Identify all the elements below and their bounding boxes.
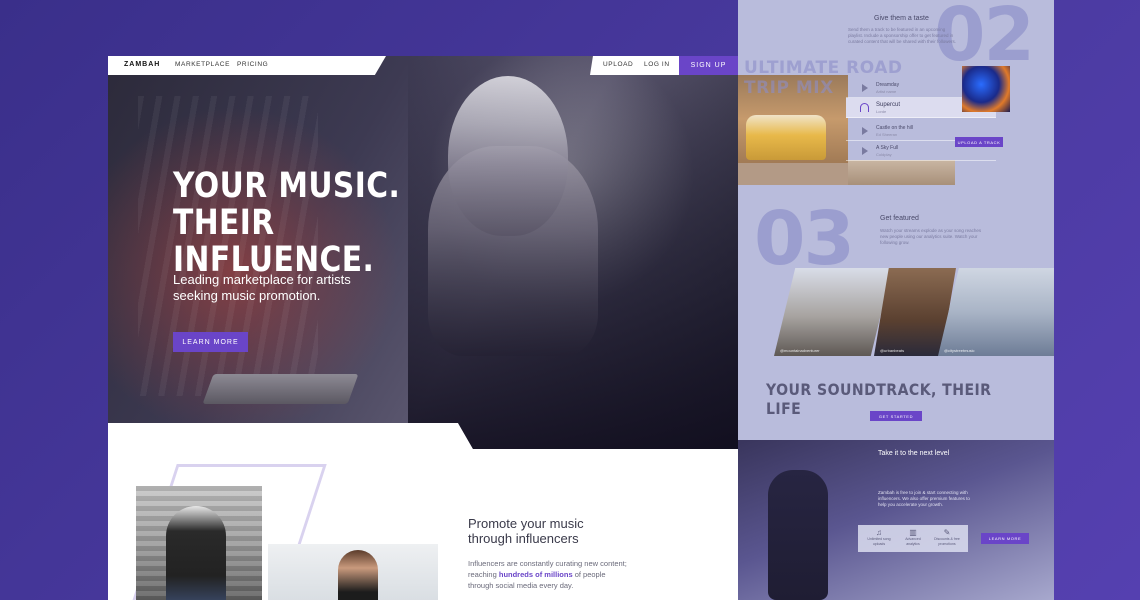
feature-item: ♫ Unlimited song uploads bbox=[864, 528, 894, 546]
track-artist: Artist name bbox=[876, 89, 897, 94]
featured-photo-mountain: @mountainadventurer bbox=[774, 268, 892, 356]
premium-features-card: ♫ Unlimited song uploads ▥ Advanced anal… bbox=[858, 525, 968, 552]
nav-link-marketplace[interactable]: MARKETPLACE bbox=[175, 61, 230, 68]
nav-link-pricing[interactable]: PRICING bbox=[237, 61, 268, 68]
photo-caption: @urbanbeats bbox=[880, 348, 905, 353]
top-navigation: ZAMBAH MARKETPLACE PRICING UPLOAD LOG IN… bbox=[108, 56, 738, 75]
feature-label: Discounts & free promotions bbox=[934, 537, 960, 546]
hero-subtitle-line1: Leading marketplace for artists bbox=[173, 272, 351, 287]
upload-track-button[interactable]: UPLOAD A TRACK bbox=[955, 137, 1003, 147]
nav-link-upload[interactable]: UPLOAD bbox=[603, 61, 633, 68]
track-title: Castle on the hill bbox=[876, 125, 913, 131]
priority-icon: ✎ bbox=[943, 528, 951, 537]
step4-paragraph: Zambah is free to join & start connectin… bbox=[878, 490, 970, 507]
nav-link-login[interactable]: LOG IN bbox=[644, 61, 670, 68]
performer-silhouette-image bbox=[768, 470, 828, 600]
track-artist: Ed Sheeran bbox=[876, 132, 898, 137]
person-figure bbox=[166, 506, 226, 600]
feature-item: ▥ Advanced analytics bbox=[898, 528, 928, 546]
headphones-icon bbox=[860, 103, 869, 112]
feature-panel: 02 Give them a taste Send them a track t… bbox=[738, 0, 1054, 600]
laptop-image bbox=[202, 374, 359, 404]
next-level-section bbox=[738, 440, 1054, 600]
road-strip-image bbox=[848, 160, 955, 185]
play-icon[interactable] bbox=[862, 147, 868, 155]
step2-heading: Give them a taste bbox=[874, 15, 929, 22]
homepage-mockup: ZAMBAH MARKETPLACE PRICING UPLOAD LOG IN… bbox=[108, 56, 738, 600]
dj-figure-image bbox=[408, 56, 738, 449]
album-art-image bbox=[962, 66, 1010, 112]
step2-paragraph: Send them a track to be featured in an u… bbox=[848, 27, 957, 44]
runner-figure bbox=[338, 550, 378, 600]
track-title: Dreamday bbox=[876, 82, 900, 88]
step4-heading: Take it to the next level bbox=[878, 450, 950, 457]
track-artist: Coldplay bbox=[876, 152, 892, 157]
track-title: Supercut bbox=[876, 102, 901, 108]
promo-title-line2: through influencers bbox=[468, 531, 579, 546]
track-artist: Lorde bbox=[876, 109, 887, 114]
hero-title-line2: THEIR INFLUENCE. bbox=[173, 203, 375, 280]
hero-title-line1: YOUR MUSIC. bbox=[173, 166, 401, 206]
promo-title: Promote your music through influencers bbox=[468, 516, 668, 546]
brand-logo[interactable]: ZAMBAH bbox=[124, 61, 160, 68]
learn-more-button[interactable]: LEARN MORE bbox=[173, 332, 248, 352]
photo-caption: @citystreetmusic bbox=[944, 348, 975, 353]
hero-subtitle-line2: seeking music promotion. bbox=[173, 288, 321, 303]
promo-highlight: hundreds of millions bbox=[498, 570, 573, 579]
track-title: A Sky Full bbox=[876, 145, 899, 151]
photo-caption: @mountainadventurer bbox=[780, 348, 820, 353]
play-icon[interactable] bbox=[862, 84, 868, 92]
van-image bbox=[746, 115, 826, 160]
hero-subtitle: Leading marketplace for artists seeking … bbox=[173, 272, 393, 304]
chart-icon: ▥ bbox=[909, 528, 917, 537]
influencer-photo-stairs bbox=[136, 486, 262, 600]
step3-paragraph: Watch your streams explode as your song … bbox=[880, 228, 982, 245]
road-image bbox=[738, 163, 848, 185]
hero-title: YOUR MUSIC. THEIR INFLUENCE. bbox=[173, 168, 411, 279]
signup-button[interactable]: SIGN UP bbox=[679, 56, 738, 75]
featured-photo-basketball: @citystreetmusic bbox=[938, 268, 1054, 356]
play-icon[interactable] bbox=[862, 127, 868, 135]
feature-label: Unlimited song uploads bbox=[867, 537, 891, 546]
influencer-photo-runner bbox=[268, 544, 438, 600]
feature-label: Advanced analytics bbox=[905, 537, 921, 546]
featured-photos: @mountainadventurer @urbanbeats @citystr… bbox=[774, 268, 1054, 356]
feature-item: ✎ Discounts & free promotions bbox=[932, 528, 962, 546]
premium-learn-more-button[interactable]: LEARN MORE bbox=[981, 533, 1029, 544]
step3-heading: Get featured bbox=[880, 215, 919, 222]
music-note-icon: ♫ bbox=[876, 528, 882, 537]
get-started-button[interactable]: GET STARTED bbox=[870, 411, 922, 421]
promo-title-line1: Promote your music bbox=[468, 516, 584, 531]
promo-text: Influencers are constantly curating new … bbox=[468, 558, 628, 591]
